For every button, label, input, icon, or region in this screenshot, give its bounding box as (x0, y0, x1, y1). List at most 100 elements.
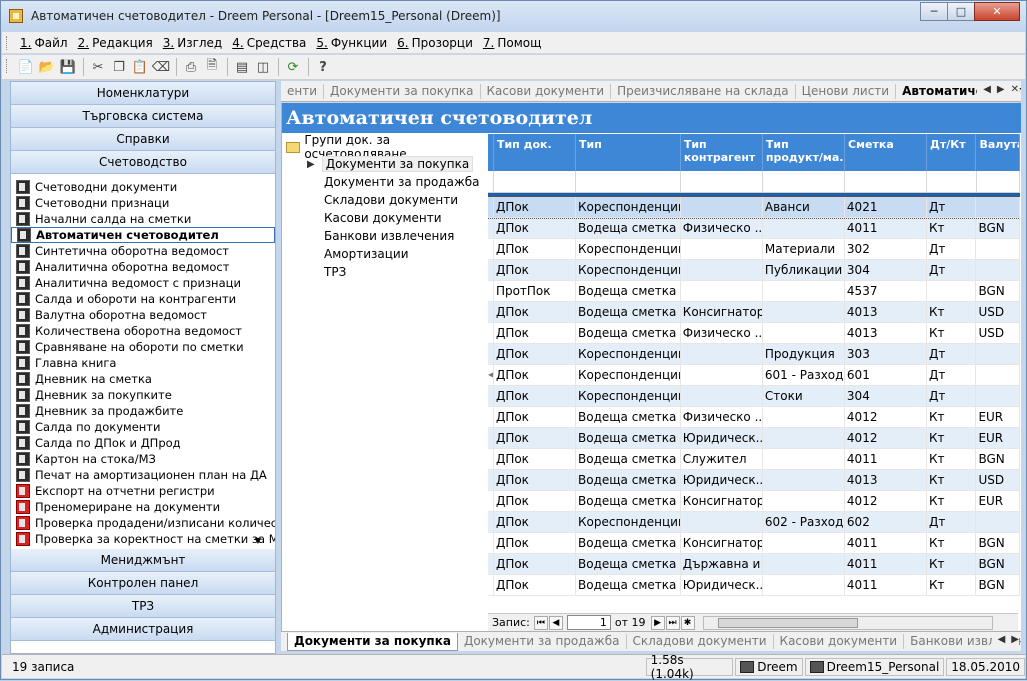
nav-item[interactable]: Дневник за продажбите (11, 403, 275, 419)
print-icon[interactable]: ⎙ (181, 57, 201, 77)
nav-item[interactable]: Дневник за покупките (11, 387, 275, 403)
last-record-button[interactable]: ⏭ (665, 615, 680, 630)
table-cell[interactable] (976, 239, 1020, 259)
table-cell[interactable]: ДПок (494, 323, 576, 343)
table-cell[interactable]: Физическо ... (681, 407, 763, 427)
table-cell[interactable]: Държавна и ... (681, 554, 763, 574)
column-header[interactable]: Валута (976, 134, 1020, 171)
table-cell[interactable]: 602 - Разход... (763, 512, 845, 532)
table-cell[interactable] (976, 365, 1020, 385)
table-cell[interactable] (763, 407, 845, 427)
table-cell[interactable]: Аванси (763, 197, 845, 217)
table-cell[interactable]: ДПок (494, 491, 576, 511)
table-cell[interactable]: 4011 (845, 449, 927, 469)
nav-item[interactable]: Сравняване на обороти по сметки (11, 339, 275, 355)
table-cell[interactable]: Водеща сметка (576, 575, 681, 595)
nav-group-header[interactable]: Мениджмънт (11, 549, 275, 572)
bottom-tab[interactable]: Касови документи (774, 634, 905, 649)
menu-item[interactable]: 3. Изглед (159, 36, 226, 50)
table-cell[interactable]: ДПок (494, 239, 576, 259)
column-header[interactable]: Тип продукт/ма... (763, 134, 845, 171)
table-cell[interactable]: Кт (927, 428, 977, 448)
nav-group-header[interactable]: Счетоводство (11, 151, 275, 174)
table-row[interactable]: ДПок Кореспонденции Публикации 304 Дт (488, 260, 1020, 281)
table-cell[interactable] (763, 281, 845, 301)
menu-item[interactable]: 5. Функции (312, 36, 391, 50)
nav-item[interactable]: Салда по документи (11, 419, 275, 435)
column-header[interactable]: Тип контрагент (681, 134, 763, 171)
table-cell[interactable]: 304 (845, 260, 927, 280)
nav-item[interactable]: Счетоводни признаци (11, 195, 275, 211)
table-row[interactable]: ДПок Водеща сметка Консигнатор 4013 Кт USD (488, 302, 1020, 323)
menu-item[interactable]: 2. Редакция (74, 36, 157, 50)
table-row[interactable]: ДПок Кореспонденции Аванси 4021 Дт (488, 196, 1020, 219)
table-cell[interactable] (681, 260, 763, 280)
table-cell[interactable]: USD (976, 470, 1020, 490)
table-cell[interactable]: 4013 (845, 302, 927, 322)
nav-item[interactable]: Експорт на отчетни регистри (11, 483, 275, 499)
table-row[interactable]: ДПок Водеща сметка Консигнатор 4012 Кт EUR (488, 491, 1020, 512)
table-cell[interactable]: ДПок (494, 386, 576, 406)
tab-right-icon[interactable]: ▶ (997, 84, 1005, 95)
tree-item[interactable]: Складови документи (286, 191, 486, 209)
nav-group-header[interactable]: Номенклатури (11, 82, 275, 105)
table-cell[interactable]: Дт (927, 365, 977, 385)
table-cell[interactable]: Материали (763, 239, 845, 259)
table-cell[interactable]: Физическо ... (681, 218, 763, 238)
table-cell[interactable]: Дт (927, 386, 977, 406)
table-cell[interactable]: Кореспонденции (576, 260, 681, 280)
column-filter[interactable] (845, 171, 928, 192)
column-header[interactable]: Тип док. (494, 134, 577, 171)
table-cell[interactable]: Дт (927, 344, 977, 364)
table-cell[interactable] (976, 197, 1020, 217)
table-cell[interactable] (681, 365, 763, 385)
table-cell[interactable]: Кт (927, 491, 977, 511)
table-cell[interactable]: ДПок (494, 428, 576, 448)
table-cell[interactable]: Кореспонденции (576, 365, 681, 385)
table-cell[interactable]: 4021 (845, 197, 927, 217)
table-cell[interactable]: Физическо ... (681, 323, 763, 343)
table-cell[interactable] (763, 302, 845, 322)
table-cell[interactable] (976, 386, 1020, 406)
table-row[interactable]: ДПок Водеща сметка Юридическ... 4012 Кт EUR (488, 428, 1020, 449)
next-record-button[interactable]: ▶ (650, 615, 665, 630)
table-cell[interactable]: BGN (976, 554, 1020, 574)
table-cell[interactable] (763, 533, 845, 553)
table-cell[interactable]: ДПок (494, 575, 576, 595)
column-filter[interactable] (576, 171, 681, 192)
document-tab[interactable]: Ценови листи (796, 83, 897, 99)
nav-item[interactable]: Автоматичен счетоводител (11, 227, 275, 243)
table-cell[interactable] (681, 197, 763, 217)
nav-group-header[interactable]: Справки (11, 128, 275, 151)
table-cell[interactable]: Юридическ... (681, 575, 763, 595)
table-cell[interactable]: 4011 (845, 575, 927, 595)
table-cell[interactable]: Служител (681, 449, 763, 469)
table-cell[interactable]: Кореспонденции (576, 386, 681, 406)
column-header[interactable]: Сметка (845, 134, 928, 171)
table-cell[interactable]: ДПок (494, 302, 576, 322)
table-row[interactable]: ДПокВодеща сметкаДържавна и ... 4011КтBGN (488, 554, 1020, 575)
table-cell[interactable]: Кт (927, 554, 977, 574)
table-cell[interactable]: Водеща сметка (576, 218, 681, 238)
table-cell[interactable]: Водеща сметка (576, 428, 681, 448)
table-cell[interactable]: Водеща сметка (576, 281, 681, 301)
table-row[interactable]: ДПок Водеща сметка Служител 4011 Кт BGN (488, 449, 1020, 470)
paste-icon[interactable]: 📋 (130, 57, 150, 77)
table-cell[interactable]: 4012 (845, 428, 927, 448)
table-row[interactable]: ПротПок Водеща сметка 4537 BGN (488, 281, 1020, 302)
table-cell[interactable]: Кт (927, 302, 977, 322)
close-button[interactable]: ✕ (974, 2, 1020, 21)
nav-item[interactable]: Количествена оборотна ведомост (11, 323, 275, 339)
column-header[interactable]: Тип (576, 134, 681, 171)
table-cell[interactable] (763, 470, 845, 490)
table-cell[interactable]: Водеща сметка (576, 407, 681, 427)
table-cell[interactable]: 303 (845, 344, 927, 364)
maximize-button[interactable]: □ (947, 2, 975, 21)
table-cell[interactable]: BGN (976, 533, 1020, 553)
table-row[interactable]: ◀ДПокКореспонденции601 - Разход...601Дт (488, 365, 1020, 386)
menu-item[interactable]: 1. Файл (16, 36, 72, 50)
bottom-tab[interactable]: Документи за продажба (458, 634, 627, 649)
table-cell[interactable]: Консигнатор (681, 533, 763, 553)
document-tab[interactable]: Преизчисляване на склада (611, 83, 796, 99)
table-cell[interactable]: ДПок (494, 470, 576, 490)
